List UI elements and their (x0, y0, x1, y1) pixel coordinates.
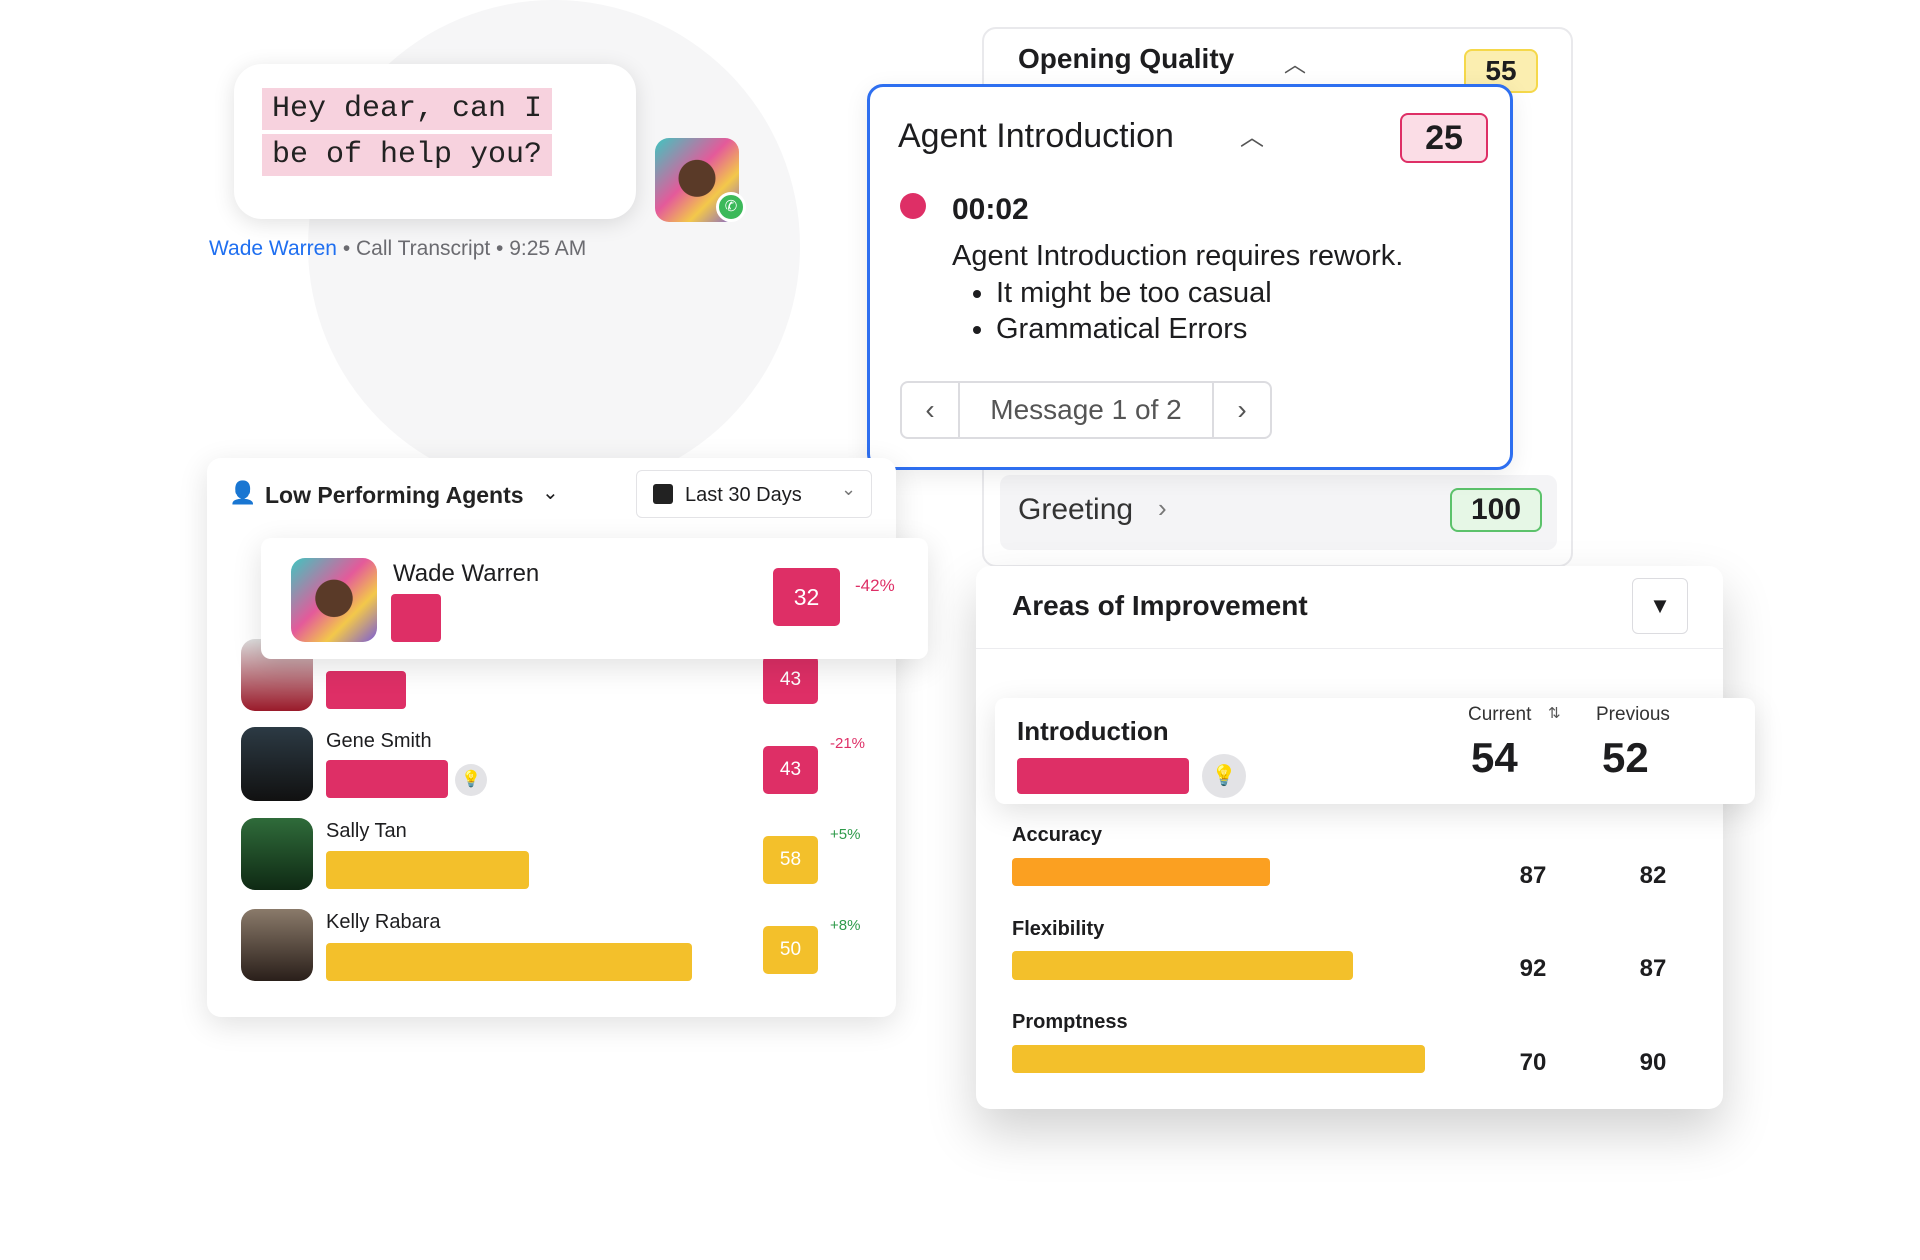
headset-icon: 👤 (229, 480, 257, 505)
area-label: Accuracy (1012, 824, 1103, 846)
agent-avatar (241, 727, 313, 801)
current-value: 54 (1471, 734, 1518, 781)
score-delta: +8% (830, 917, 861, 934)
agent-avatar (291, 558, 377, 642)
agent-name: Gene Smith (326, 730, 432, 752)
date-filter-label: Last 30 Days (685, 484, 802, 506)
current-column-header[interactable]: Current (1468, 704, 1531, 726)
highlighted-agent-card[interactable]: Wade Warren 32 -42% (261, 538, 928, 659)
lightbulb-icon (900, 193, 926, 219)
area-bar (1012, 1045, 1425, 1073)
introduction-card[interactable]: Introduction 💡 Current ⇅ Previous 54 52 (995, 698, 1755, 804)
current-value: 92 (1519, 955, 1547, 982)
lightbulb-icon[interactable]: 💡 (1202, 754, 1246, 798)
transcript-caption: Wade Warren • Call Transcript • 9:25 AM (209, 237, 586, 261)
score-bar (326, 760, 448, 798)
chevron-up-icon[interactable]: ︿ (1284, 47, 1306, 79)
sort-icon[interactable]: ⇅ (1548, 704, 1561, 722)
chevron-right-icon[interactable]: › (1158, 493, 1167, 524)
divider (976, 648, 1723, 649)
date-filter-dropdown[interactable]: Last 30 Days ⌄ (636, 470, 872, 518)
panel-title: Areas of Improvement (1012, 590, 1308, 621)
filter-icon[interactable]: ▼ (1632, 578, 1688, 634)
panel-title[interactable]: Low Performing Agents (265, 482, 524, 509)
area-bar (1017, 758, 1189, 794)
phone-icon: ✆ (716, 192, 746, 222)
agent-introduction-card: Agent Introduction ︿ 25 00:02 Agent Intr… (867, 84, 1513, 470)
next-message-button[interactable]: › (1212, 383, 1270, 437)
greeting-row[interactable]: Greeting › 100 (1000, 475, 1557, 550)
current-value: 87 (1519, 862, 1547, 889)
area-bar (1012, 951, 1353, 980)
greeting-title: Greeting (1018, 493, 1134, 526)
score-badge: 32 (773, 568, 840, 626)
message-pager: ‹ Message 1 of 2 › (900, 381, 1272, 439)
score-delta: -21% (830, 735, 866, 752)
score-bar (391, 594, 441, 642)
chat-line: be of help you? (262, 134, 553, 176)
score-badge: 50 (763, 926, 818, 974)
agent-name: Wade Warren (393, 560, 540, 587)
greeting-score: 100 (1450, 488, 1542, 532)
score-delta: -42% (855, 576, 895, 595)
area-label: Flexibility (1012, 918, 1105, 940)
area-label: Promptness (1012, 1011, 1128, 1033)
score-badge: 58 (763, 836, 818, 884)
agent-avatar (241, 909, 313, 981)
agent-name: Sally Tan (326, 820, 407, 842)
chevron-down-icon: ⌄ (841, 479, 857, 499)
previous-value: 90 (1639, 1049, 1667, 1076)
feedback-bullet: It might be too casual (996, 275, 1272, 311)
chat-bubble: Hey dear, can I be of help you? (234, 64, 636, 219)
agent-name: Kelly Rabara (326, 911, 441, 933)
lightbulb-icon[interactable]: 💡 (455, 764, 487, 796)
areas-of-improvement-panel: Areas of Improvement ▼ Accuracy 87 82 Fl… (976, 566, 1723, 1109)
agent-link[interactable]: Wade Warren (209, 237, 337, 260)
previous-value: 82 (1639, 862, 1667, 889)
chat-line: Hey dear, can I (262, 88, 553, 130)
agent-avatar (241, 818, 313, 890)
score-bar (326, 943, 692, 981)
previous-column-header: Previous (1596, 704, 1670, 725)
chevron-up-icon[interactable]: ︿ (1240, 117, 1264, 152)
current-value: 70 (1519, 1049, 1547, 1076)
previous-message-button[interactable]: ‹ (902, 383, 960, 437)
timestamp: 00:02 (952, 193, 1029, 226)
opening-quality-title: Opening Quality (1018, 43, 1235, 74)
agent-introduction-title: Agent Introduction (898, 117, 1174, 155)
transcript-meta: • Call Transcript • 9:25 AM (336, 237, 587, 260)
agent-introduction-score: 25 (1400, 113, 1488, 163)
previous-value: 52 (1602, 734, 1649, 781)
pager-label: Message 1 of 2 (990, 394, 1182, 425)
score-delta: +5% (830, 826, 861, 843)
previous-value: 87 (1639, 955, 1667, 982)
area-bar (1012, 858, 1270, 886)
chevron-down-icon[interactable]: ⌄ (542, 480, 559, 505)
area-label: Introduction (1017, 716, 1169, 746)
score-badge: 43 (763, 746, 818, 794)
score-bar (326, 671, 406, 709)
feedback-bullet: Grammatical Errors (996, 311, 1272, 347)
score-bar (326, 851, 529, 889)
calendar-icon (653, 484, 673, 504)
feedback-message: Agent Introduction requires rework. (952, 240, 1404, 272)
score-badge: 43 (763, 656, 818, 704)
